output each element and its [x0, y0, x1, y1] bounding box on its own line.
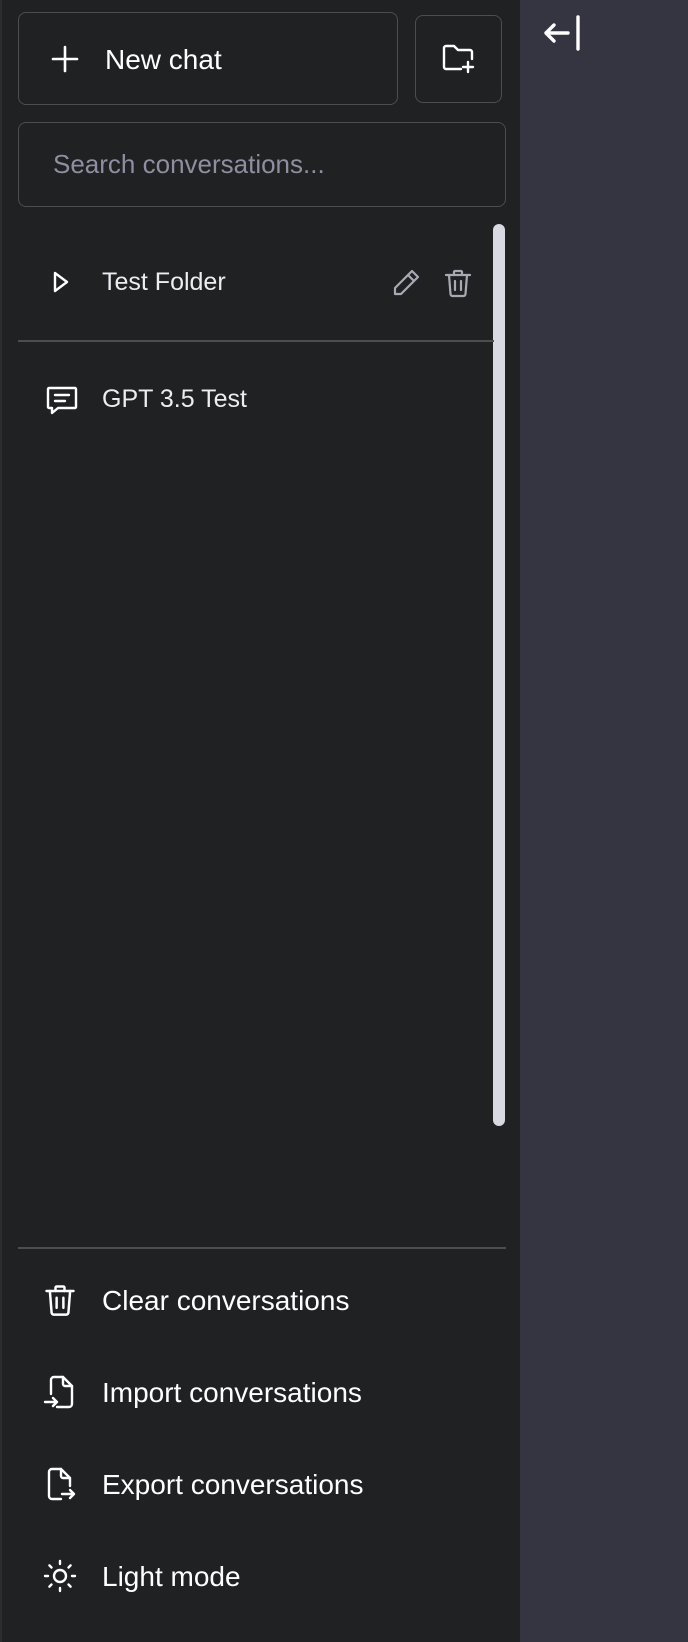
- import-conversations-label: Import conversations: [102, 1377, 362, 1408]
- plus-icon: [49, 43, 81, 75]
- new-chat-button[interactable]: New chat: [18, 12, 398, 105]
- trash-icon: [42, 1282, 78, 1318]
- arrow-bar-left-icon: [542, 12, 590, 54]
- sun-icon: [42, 1558, 78, 1594]
- sidebar: New chat Test Folder: [0, 0, 520, 1642]
- scrollbar[interactable]: [493, 224, 505, 1126]
- collapse-sidebar-button[interactable]: [542, 12, 590, 54]
- message-icon: [44, 382, 80, 418]
- file-import-icon: [42, 1374, 78, 1410]
- pencil-icon[interactable]: [390, 267, 422, 299]
- folder-item[interactable]: Test Folder: [18, 245, 488, 320]
- new-chat-label: New chat: [105, 44, 222, 75]
- light-mode-label: Light mode: [102, 1561, 241, 1592]
- clear-conversations-label: Clear conversations: [102, 1285, 350, 1316]
- export-conversations-label: Export conversations: [102, 1469, 364, 1500]
- section-divider: [18, 340, 494, 342]
- export-conversations-button[interactable]: Export conversations: [18, 1446, 506, 1524]
- folder-label: Test Folder: [102, 268, 226, 296]
- file-export-icon: [42, 1466, 78, 1502]
- import-conversations-button[interactable]: Import conversations: [18, 1354, 506, 1432]
- search-box: [18, 122, 506, 207]
- search-input[interactable]: [19, 123, 505, 206]
- light-mode-button[interactable]: Light mode: [18, 1538, 506, 1616]
- conversation-label: GPT 3.5 Test: [102, 385, 247, 413]
- folder-plus-icon: [441, 43, 477, 75]
- footer-divider: [18, 1247, 506, 1249]
- clear-conversations-button[interactable]: Clear conversations: [18, 1262, 506, 1340]
- trash-icon[interactable]: [442, 267, 474, 299]
- conversation-item[interactable]: GPT 3.5 Test: [18, 362, 488, 437]
- caret-right-icon[interactable]: [48, 269, 74, 295]
- new-folder-button[interactable]: [415, 15, 502, 103]
